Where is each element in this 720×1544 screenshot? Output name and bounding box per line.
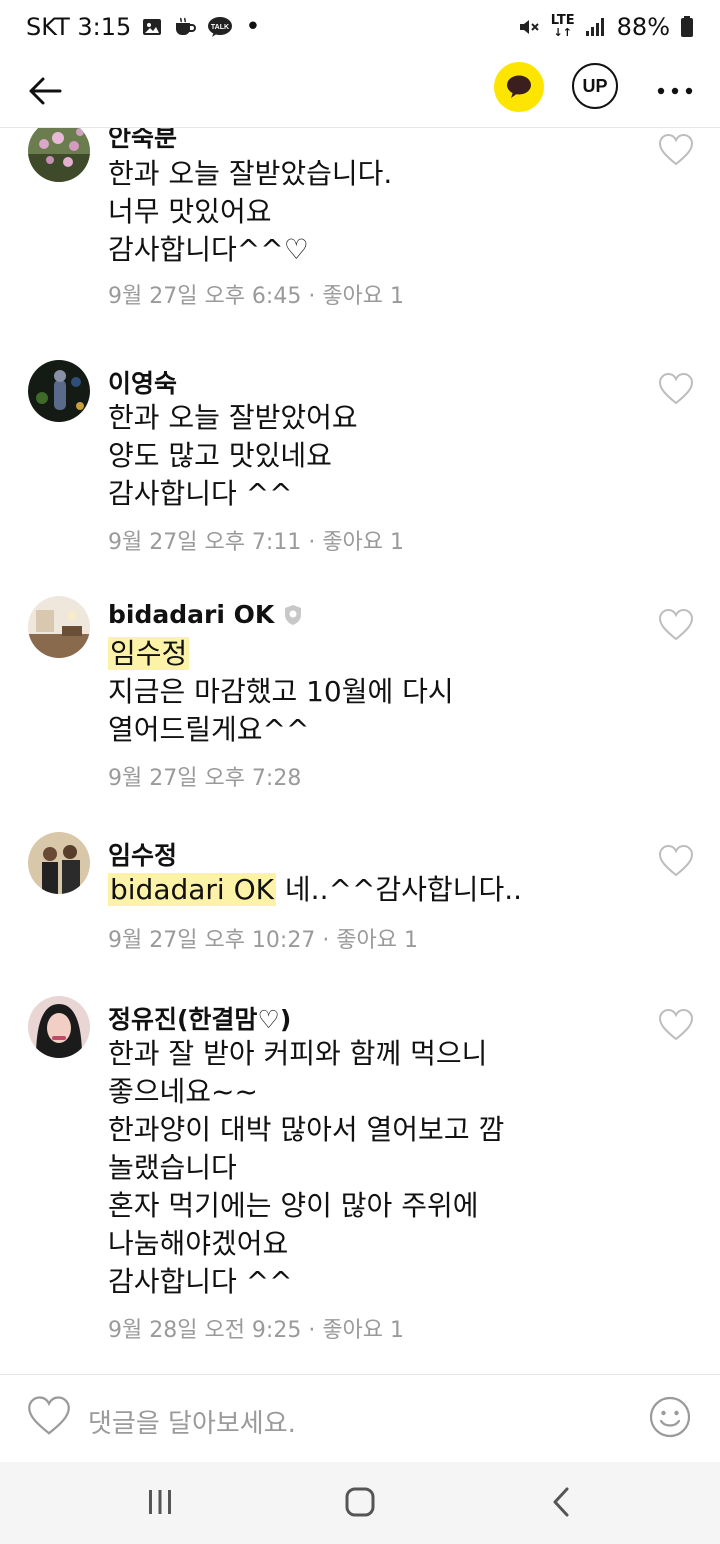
comment-author[interactable]: 안숙분 (108, 128, 177, 154)
comment-author[interactable]: 임수정 (108, 836, 177, 872)
notification-dot: • (245, 12, 261, 42)
mute-icon (517, 16, 541, 38)
comment-line: 감사합니다 ^^ (108, 477, 293, 510)
post-like-heart-icon[interactable] (26, 1395, 72, 1437)
comment-author[interactable]: bidadari OK (108, 600, 304, 629)
comment-input-bar: 댓글을 달아보세요. (0, 1374, 720, 1462)
up-button[interactable]: UP (572, 63, 618, 109)
comment-item: bidadari OK 임수정 지금은 마감했고 10월에 다시 열어드릴게요^… (0, 590, 720, 791)
like-heart-icon[interactable] (658, 608, 694, 642)
comment-line: bidadari OK 네..^^감사합니다.. (108, 871, 522, 909)
comment-meta: 9월 27일 오후 6:45 · 좋아요 1 (108, 284, 405, 309)
author-name[interactable]: 안숙분 (108, 128, 177, 154)
comment-line: 지금은 마감했고 10월에 다시 (108, 675, 454, 708)
avatar[interactable] (28, 128, 90, 182)
talk-badge-text: TALK (211, 24, 229, 31)
avatar[interactable] (28, 832, 90, 894)
comment-line: 감사합니다 ^^ (108, 1265, 293, 1298)
comment-line: 한과 오늘 잘받았어요 (108, 401, 358, 434)
recent-apps-button[interactable] (138, 1482, 182, 1522)
back-icon (553, 1487, 569, 1517)
comment-input[interactable]: 댓글을 달아보세요. (88, 1403, 296, 1440)
author-name[interactable]: bidadari OK (108, 600, 274, 629)
comment-line: 열어드릴게요^^ (108, 713, 310, 746)
comment-meta: 9월 27일 오후 7:28 (108, 766, 302, 791)
home-icon (345, 1487, 375, 1517)
system-nav-bar (0, 1462, 720, 1544)
nav-back-button[interactable] (540, 1482, 584, 1522)
comment-meta: 9월 27일 오후 7:11 · 좋아요 1 (108, 530, 405, 555)
comment-line: 임수정 (108, 635, 454, 673)
comment-line: 한과양이 대박 많아서 열어보고 깜 (108, 1113, 505, 1146)
recent-apps-icon (149, 1490, 171, 1514)
comment-item: 이영숙 한과 오늘 잘받았어요 양도 많고 맛있네요 감사합니다 ^^ 9월 2… (0, 354, 720, 555)
comment-line: 나눔해야겠어요 (108, 1227, 289, 1260)
like-heart-icon[interactable] (658, 133, 694, 167)
verified-badge-icon (285, 604, 302, 625)
like-heart-icon[interactable] (658, 844, 694, 878)
battery-percent: 88% (616, 13, 670, 41)
data-arrows-icon: ↓↑ (553, 26, 572, 39)
comment-item: 정유진(한결맘♡) 한과 잘 받아 커피와 함께 먹으니 좋으네요~~ 한과양이… (0, 990, 720, 1350)
comment-text: 임수정 지금은 마감했고 10월에 다시 열어드릴게요^^ (108, 635, 454, 749)
emoticon-icon[interactable] (648, 1395, 692, 1439)
comment-text: 한과 오늘 잘받았습니다. 너무 맛있어요 감사합니다^^♡ (108, 155, 392, 269)
comment-line: 너무 맛있어요 (108, 195, 272, 228)
talk-icon: TALK (207, 16, 233, 38)
talk-bubble-icon (507, 75, 531, 98)
status-bar: SKT 3:15 TALK • LTE ↓↑ 88% (0, 0, 720, 54)
gallery-icon (141, 16, 163, 38)
network-indicator: LTE ↓↑ (551, 14, 575, 39)
avatar[interactable] (28, 596, 90, 658)
comment-item: 임수정 bidadari OK 네..^^감사합니다.. 9월 27일 오후 1… (0, 826, 720, 956)
like-heart-icon[interactable] (658, 1008, 694, 1042)
battery-icon (680, 16, 694, 38)
comment-meta: 9월 27일 오후 10:27 · 좋아요 1 (108, 928, 419, 953)
comment-line: 한과 잘 받아 커피와 함께 먹으니 (108, 1037, 488, 1070)
top-bar: UP (0, 54, 720, 128)
comment-line-text: 네..^^감사합니다.. (276, 873, 523, 906)
kakaotalk-share-button[interactable] (494, 62, 544, 112)
comment-line: 감사합니다^^♡ (108, 233, 309, 266)
comment-item: 안숙분 한과 오늘 잘받았습니다. 너무 맛있어요 감사합니다^^♡ 9월 27… (0, 128, 720, 318)
comment-line: 좋으네요~~ (108, 1075, 258, 1108)
comment-text: bidadari OK 네..^^감사합니다.. (108, 871, 522, 909)
comment-text: 한과 잘 받아 커피와 함께 먹으니 좋으네요~~ 한과양이 대박 많아서 열어… (108, 1035, 504, 1301)
comment-list: 안숙분 한과 오늘 잘받았습니다. 너무 맛있어요 감사합니다^^♡ 9월 27… (0, 128, 720, 1374)
carrier-time: SKT 3:15 (26, 13, 132, 41)
signal-icon (585, 17, 607, 37)
comment-line: 놀랬습니다 (108, 1151, 237, 1184)
mention-tag[interactable]: bidadari OK (108, 873, 277, 906)
more-icon (657, 87, 693, 95)
mention-tag[interactable]: 임수정 (108, 637, 190, 670)
comment-text: 한과 오늘 잘받았어요 양도 많고 맛있네요 감사합니다 ^^ (108, 399, 358, 513)
back-arrow-icon (29, 77, 62, 105)
avatar[interactable] (28, 996, 90, 1058)
more-button[interactable] (652, 68, 698, 114)
comment-author[interactable]: 이영숙 (108, 364, 177, 400)
comment-author[interactable]: 정유진(한결맘♡) (108, 1000, 291, 1036)
coffee-icon (173, 16, 197, 38)
author-name[interactable]: 임수정 (108, 836, 177, 872)
back-button[interactable] (22, 68, 68, 114)
comment-line: 양도 많고 맛있네요 (108, 439, 332, 472)
comment-line: 한과 오늘 잘받았습니다. (108, 157, 393, 190)
author-name[interactable]: 이영숙 (108, 364, 177, 400)
avatar[interactable] (28, 360, 90, 422)
like-heart-icon[interactable] (658, 372, 694, 406)
comment-line: 혼자 먹기에는 양이 많아 주위에 (108, 1189, 479, 1222)
home-button[interactable] (338, 1482, 382, 1522)
author-name[interactable]: 정유진(한결맘♡) (108, 1000, 291, 1036)
comment-meta: 9월 28일 오전 9:25 · 좋아요 1 (108, 1318, 405, 1343)
